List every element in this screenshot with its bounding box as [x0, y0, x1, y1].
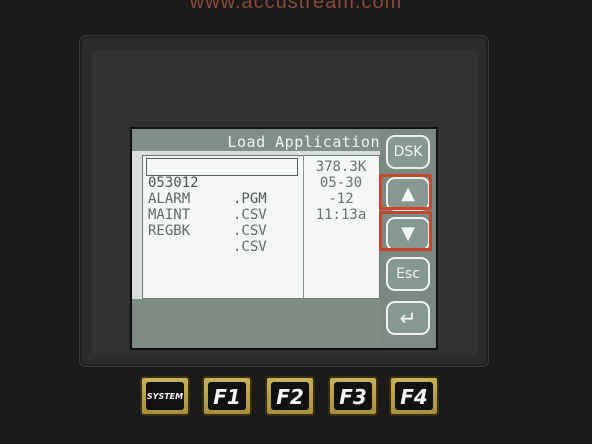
f2-key[interactable]: F2 [265, 376, 315, 416]
system-key-label: SYSTEM [146, 382, 184, 410]
enter-button[interactable]: ↵ [386, 301, 430, 335]
file-list: 053012 .PGM ALARM .CSV MAINT .CSV REGBK … [142, 155, 380, 299]
f4-key-label: F4 [395, 382, 433, 410]
file-date-month-day: 05-30 [319, 175, 363, 191]
list-divider [303, 156, 304, 298]
f1-key[interactable]: F1 [202, 376, 252, 416]
file-ext: .CSV [233, 223, 267, 239]
footer-band [132, 299, 380, 348]
dsk-button[interactable]: DSK [386, 135, 430, 169]
system-key[interactable]: SYSTEM [140, 376, 190, 416]
file-row-alarm[interactable]: ALARM .CSV [147, 175, 297, 223]
highlight-up [379, 174, 432, 210]
file-date-year: -12 [328, 191, 354, 207]
file-row-maint[interactable]: MAINT .CSV [147, 191, 297, 239]
f1-key-label: F1 [208, 382, 246, 410]
highlight-down [379, 211, 432, 251]
brand-url: www.accustream.com [189, 0, 403, 13]
esc-button[interactable]: Esc [386, 257, 430, 291]
file-name: REGBK [148, 223, 191, 239]
f2-key-label: F2 [271, 382, 309, 410]
file-time: 11:13a [315, 207, 367, 223]
file-ext: .CSV [233, 239, 267, 255]
file-row-regbk[interactable]: REGBK .CSV [147, 207, 297, 255]
enter-icon: ↵ [399, 306, 417, 330]
dsk-label: DSK [393, 144, 423, 160]
file-size: 378.3K [315, 159, 367, 175]
file-row-053012[interactable]: 053012 .PGM [146, 158, 298, 207]
f3-key-label: F3 [334, 382, 372, 410]
screen-title: Load Application [227, 133, 380, 151]
f4-key[interactable]: F4 [389, 376, 439, 416]
f3-key[interactable]: F3 [328, 376, 378, 416]
esc-label: Esc [396, 266, 420, 282]
